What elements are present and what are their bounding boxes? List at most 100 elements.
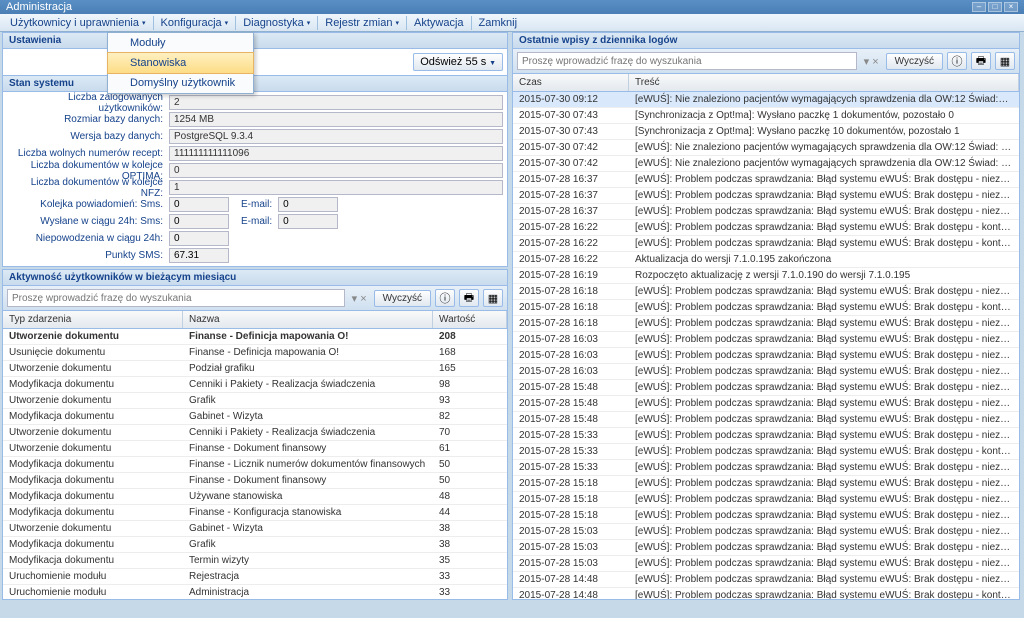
table-row[interactable]: 2015-07-28 16:03[eWUŚ]: Problem podczas … [513, 348, 1019, 364]
activity-grid-body[interactable]: Utworzenie dokumentuFinanse - Definicja … [3, 329, 507, 599]
print-icon[interactable]: 🖶 [971, 52, 991, 70]
table-row[interactable]: Utworzenie dokumentuPodział grafiku165 [3, 361, 507, 377]
menu-rejestr-zmian[interactable]: Rejestr zmian▾ [319, 15, 405, 31]
clear-search-icon[interactable]: ▾ × [861, 55, 882, 68]
menu-konfiguracja[interactable]: Konfiguracja▾ [155, 15, 235, 31]
cell-tresc: [eWUŚ]: Problem podczas sprawdzania: Błą… [629, 460, 1019, 475]
dropdown-item-domyślny-użytkownik[interactable]: Domyślny użytkownik [108, 73, 253, 93]
table-row[interactable]: 2015-07-28 15:18[eWUŚ]: Problem podczas … [513, 476, 1019, 492]
grid-icon[interactable]: ▦ [483, 289, 503, 307]
col-tresc[interactable]: Treść [629, 74, 1019, 91]
table-row[interactable]: 2015-07-28 14:48[eWUŚ]: Problem podczas … [513, 572, 1019, 588]
table-row[interactable]: Modyfikacja dokumentuGabinet - Wizyta82 [3, 409, 507, 425]
cell-czas: 2015-07-28 15:18 [513, 492, 629, 507]
cell-tresc: [eWUŚ]: Nie znaleziono pacjentów wymagaj… [629, 92, 1019, 107]
table-row[interactable]: 2015-07-30 07:43[Synchronizacja z Opt!ma… [513, 108, 1019, 124]
cell-tresc: [eWUŚ]: Problem podczas sprawdzania: Błą… [629, 172, 1019, 187]
table-row[interactable]: 2015-07-28 15:33[eWUŚ]: Problem podczas … [513, 428, 1019, 444]
table-row[interactable]: 2015-07-28 16:03[eWUŚ]: Problem podczas … [513, 364, 1019, 380]
table-row[interactable]: Utworzenie dokumentuCenniki i Pakiety - … [3, 425, 507, 441]
grid-icon[interactable]: ▦ [995, 52, 1015, 70]
table-row[interactable]: Usunięcie dokumentuFinanse - Definicja m… [3, 345, 507, 361]
table-row[interactable]: Uruchomienie modułuRejestracja33 [3, 569, 507, 585]
table-row[interactable]: 2015-07-28 16:18[eWUŚ]: Problem podczas … [513, 284, 1019, 300]
menu-aktywacja[interactable]: Aktywacja [408, 15, 470, 31]
table-row[interactable]: 2015-07-28 15:18[eWUŚ]: Problem podczas … [513, 508, 1019, 524]
table-row[interactable]: 2015-07-28 16:22Aktualizacja do wersji 7… [513, 252, 1019, 268]
table-row[interactable]: 2015-07-28 15:03[eWUŚ]: Problem podczas … [513, 524, 1019, 540]
col-typ[interactable]: Typ zdarzenia [3, 311, 183, 328]
table-row[interactable]: Utworzenie dokumentuFinanse - Definicja … [3, 329, 507, 345]
print-icon[interactable]: 🖶 [459, 289, 479, 307]
col-wartosc[interactable]: Wartość [433, 311, 507, 328]
activity-clear-button[interactable]: Wyczyść [374, 290, 431, 307]
activity-toolbar: ▾ × Wyczyść ⓘ 🖶 ▦ [2, 286, 508, 311]
col-nazwa[interactable]: Nazwa [183, 311, 433, 328]
logs-grid-body[interactable]: 2015-07-30 09:12[eWUŚ]: Nie znaleziono p… [513, 92, 1019, 599]
cell-wartosc: 38 [433, 521, 507, 536]
logs-clear-button[interactable]: Wyczyść [886, 53, 943, 70]
table-row[interactable]: 2015-07-28 16:03[eWUŚ]: Problem podczas … [513, 332, 1019, 348]
table-row[interactable]: Modyfikacja dokumentuCenniki i Pakiety -… [3, 377, 507, 393]
menu-separator [153, 16, 154, 30]
table-row[interactable]: 2015-07-30 07:42[eWUŚ]: Nie znaleziono p… [513, 156, 1019, 172]
table-row[interactable]: 2015-07-28 15:33[eWUŚ]: Problem podczas … [513, 460, 1019, 476]
table-row[interactable]: Uruchomienie modułuAdministracja33 [3, 585, 507, 599]
cell-wartosc: 165 [433, 361, 507, 376]
menu-użytkownicy-i-uprawnienia[interactable]: Użytkownicy i uprawnienia▾ [4, 15, 152, 31]
konfiguracja-dropdown: ModułyStanowiskaDomyślny użytkownik [107, 32, 254, 94]
table-row[interactable]: Utworzenie dokumentuFinanse - Dokument f… [3, 441, 507, 457]
cell-czas: 2015-07-28 16:18 [513, 300, 629, 315]
table-row[interactable]: 2015-07-28 15:03[eWUŚ]: Problem podczas … [513, 540, 1019, 556]
table-row[interactable]: Modyfikacja dokumentuGrafik38 [3, 537, 507, 553]
table-row[interactable]: Modyfikacja dokumentuFinanse - Licznik n… [3, 457, 507, 473]
minimize-icon[interactable]: – [972, 2, 986, 12]
table-row[interactable]: 2015-07-28 16:37[eWUŚ]: Problem podczas … [513, 188, 1019, 204]
table-row[interactable]: Modyfikacja dokumentuFinanse - Dokument … [3, 473, 507, 489]
table-row[interactable]: Utworzenie dokumentuGabinet - Wizyta38 [3, 521, 507, 537]
table-row[interactable]: Modyfikacja dokumentuTermin wizyty35 [3, 553, 507, 569]
stan-label: Punkty SMS: [7, 250, 169, 261]
table-row[interactable]: 2015-07-28 15:48[eWUŚ]: Problem podczas … [513, 380, 1019, 396]
table-row[interactable]: 2015-07-28 16:19Rozpoczęto aktualizację … [513, 268, 1019, 284]
cell-wartosc: 35 [433, 553, 507, 568]
menu-zamknij[interactable]: Zamknij [473, 15, 524, 31]
table-row[interactable]: 2015-07-28 16:37[eWUŚ]: Problem podczas … [513, 204, 1019, 220]
cell-tresc: [Synchronizacja z Opt!ma]: Wysłano paczk… [629, 124, 1019, 139]
table-row[interactable]: 2015-07-30 07:42[eWUŚ]: Nie znaleziono p… [513, 140, 1019, 156]
table-row[interactable]: 2015-07-28 15:18[eWUŚ]: Problem podczas … [513, 492, 1019, 508]
menu-diagnostyka[interactable]: Diagnostyka▾ [237, 15, 316, 31]
clear-search-icon[interactable]: ▾ × [349, 292, 370, 305]
info-icon[interactable]: ⓘ [435, 289, 455, 307]
cell-tresc: [eWUŚ]: Problem podczas sprawdzania: Błą… [629, 300, 1019, 315]
cell-czas: 2015-07-30 09:12 [513, 92, 629, 107]
refresh-button[interactable]: Odśwież 55 s ▼ [413, 53, 503, 71]
info-icon[interactable]: ⓘ [947, 52, 967, 70]
table-row[interactable]: 2015-07-28 15:48[eWUŚ]: Problem podczas … [513, 396, 1019, 412]
col-czas[interactable]: Czas [513, 74, 629, 91]
table-row[interactable]: 2015-07-28 15:33[eWUŚ]: Problem podczas … [513, 444, 1019, 460]
dropdown-item-stanowiska[interactable]: Stanowiska [107, 52, 254, 74]
table-row[interactable]: 2015-07-28 16:22[eWUŚ]: Problem podczas … [513, 220, 1019, 236]
table-row[interactable]: 2015-07-28 16:22[eWUŚ]: Problem podczas … [513, 236, 1019, 252]
logs-search-input[interactable] [517, 52, 857, 70]
activity-search-input[interactable] [7, 289, 345, 307]
stan-value: 0 [169, 163, 503, 178]
table-row[interactable]: 2015-07-28 15:48[eWUŚ]: Problem podczas … [513, 412, 1019, 428]
table-row[interactable]: 2015-07-28 16:18[eWUŚ]: Problem podczas … [513, 316, 1019, 332]
maximize-icon[interactable]: □ [988, 2, 1002, 12]
table-row[interactable]: Modyfikacja dokumentuUżywane stanowiska4… [3, 489, 507, 505]
table-row[interactable]: 2015-07-28 16:37[eWUŚ]: Problem podczas … [513, 172, 1019, 188]
table-row[interactable]: 2015-07-30 07:43[Synchronizacja z Opt!ma… [513, 124, 1019, 140]
cell-tresc: [eWUŚ]: Problem podczas sprawdzania: Błą… [629, 476, 1019, 491]
table-row[interactable]: 2015-07-28 15:03[eWUŚ]: Problem podczas … [513, 556, 1019, 572]
table-row[interactable]: 2015-07-28 16:18[eWUŚ]: Problem podczas … [513, 300, 1019, 316]
table-row[interactable]: 2015-07-30 09:12[eWUŚ]: Nie znaleziono p… [513, 92, 1019, 108]
table-row[interactable]: 2015-07-28 14:48[eWUŚ]: Problem podczas … [513, 588, 1019, 599]
cell-typ: Uruchomienie modułu [3, 569, 183, 584]
dropdown-item-moduły[interactable]: Moduły [108, 33, 253, 53]
close-icon[interactable]: × [1004, 2, 1018, 12]
table-row[interactable]: Modyfikacja dokumentuFinanse - Konfigura… [3, 505, 507, 521]
table-row[interactable]: Utworzenie dokumentuGrafik93 [3, 393, 507, 409]
stan-row: Wysłane w ciągu 24h: Sms:0E-mail:0 [3, 213, 507, 230]
